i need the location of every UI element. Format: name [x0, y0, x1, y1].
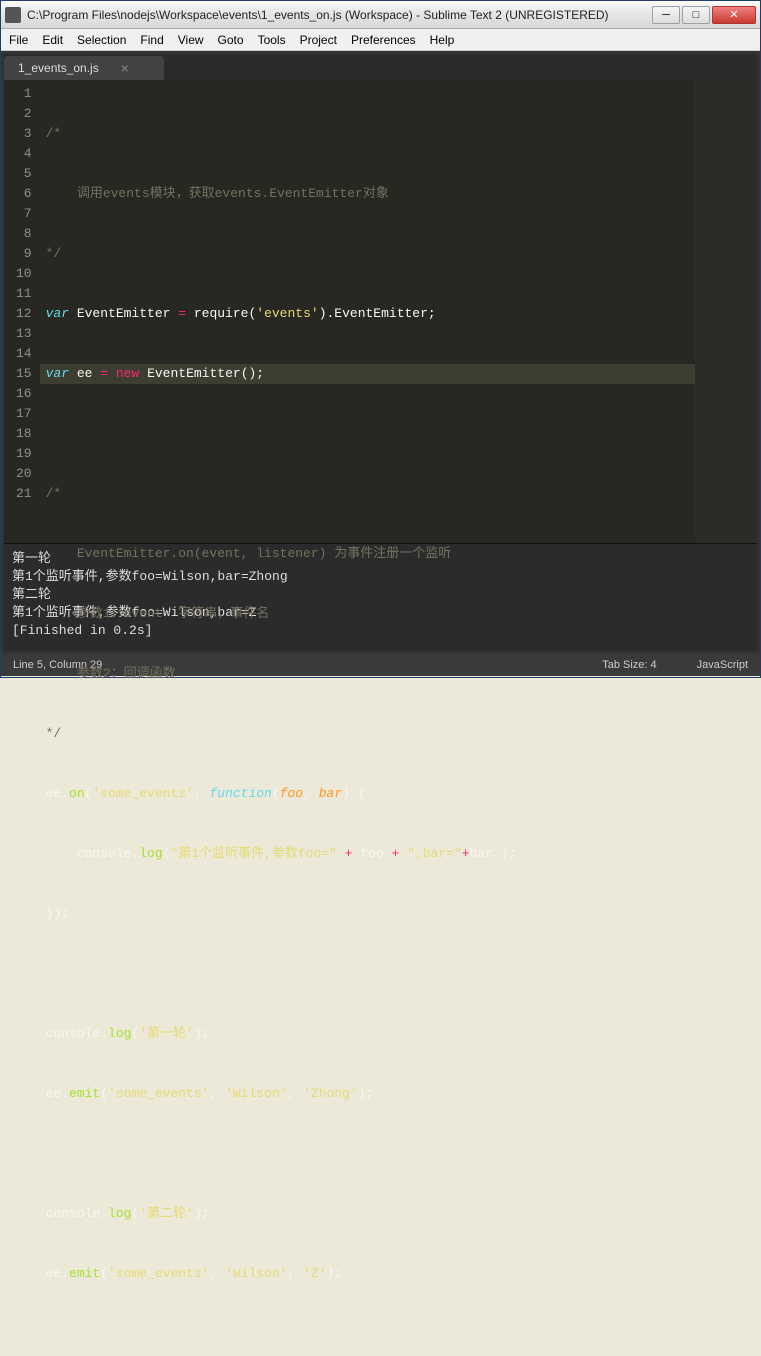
minimize-button[interactable]: ─	[652, 6, 680, 24]
line-number: 10	[16, 264, 32, 284]
code-line	[40, 424, 695, 444]
code-line: ee.emit('some_events', 'Wilson', 'Zhong'…	[40, 1084, 695, 1104]
window-title: C:\Program Files\nodejs\Workspace\events…	[27, 8, 652, 22]
minimap[interactable]	[695, 80, 757, 543]
line-number: 1	[16, 84, 32, 104]
gutter: 1 2 3 4 5 6 7 8 9 10 11 12 13 14 15 16 1…	[4, 80, 40, 543]
menu-file[interactable]: File	[9, 33, 28, 47]
line-number: 14	[16, 344, 32, 364]
line-number: 12	[16, 304, 32, 324]
menu-edit[interactable]: Edit	[42, 33, 63, 47]
maximize-button[interactable]: □	[682, 6, 710, 24]
app-icon	[5, 7, 21, 23]
editor[interactable]: 1 2 3 4 5 6 7 8 9 10 11 12 13 14 15 16 1…	[4, 80, 757, 543]
line-number: 13	[16, 324, 32, 344]
code-line: var EventEmitter = require('events').Eve…	[40, 304, 695, 324]
code-line: console.log('第一轮');	[40, 1024, 695, 1044]
line-number: 16	[16, 384, 32, 404]
code-line: ee.emit('some_events', 'Wilson', 'Z');	[40, 1264, 695, 1284]
line-number: 19	[16, 444, 32, 464]
code-line: });	[40, 904, 695, 924]
close-button[interactable]: ✕	[712, 6, 756, 24]
line-number: 5	[16, 164, 32, 184]
menubar: File Edit Selection Find View Goto Tools…	[1, 29, 760, 51]
code-area[interactable]: /* 调用events模块，获取events.EventEmitter对象 */…	[40, 80, 695, 543]
line-number: 21	[16, 484, 32, 504]
code-line-active: var ee = new EventEmitter();	[40, 364, 695, 384]
tab-label: 1_events_on.js	[18, 61, 99, 75]
line-number: 9	[16, 244, 32, 264]
menu-find[interactable]: Find	[140, 33, 163, 47]
menu-tools[interactable]: Tools	[258, 33, 286, 47]
code-line: ee.on('some_events', function(foo, bar) …	[40, 784, 695, 804]
line-number: 2	[16, 104, 32, 124]
code-line	[40, 1324, 695, 1344]
window-titlebar: C:\Program Files\nodejs\Workspace\events…	[1, 1, 760, 29]
code-line: */	[40, 724, 695, 744]
menu-project[interactable]: Project	[300, 33, 337, 47]
code-line: EventEmitter.on(event, listener) 为事件注册一个…	[40, 544, 695, 564]
status-language[interactable]: JavaScript	[697, 659, 748, 671]
line-number: 11	[16, 284, 32, 304]
code-line: console.log("第1个监听事件,参数foo=" + foo + ",b…	[40, 844, 695, 864]
line-number: 20	[16, 464, 32, 484]
code-line: 参数2：回调函数	[40, 664, 695, 684]
line-number: 4	[16, 144, 32, 164]
line-number: 18	[16, 424, 32, 444]
code-line: 参数1：event 字符串，事件名	[40, 604, 695, 624]
code-line: /*	[40, 484, 695, 504]
line-number: 6	[16, 184, 32, 204]
line-number: 17	[16, 404, 32, 424]
tab-file[interactable]: 1_events_on.js ×	[4, 56, 164, 80]
code-line: console.log('第二轮');	[40, 1204, 695, 1224]
code-line: /*	[40, 124, 695, 144]
line-number: 3	[16, 124, 32, 144]
code-line: 调用events模块，获取events.EventEmitter对象	[40, 184, 695, 204]
line-number: 15	[16, 364, 32, 384]
line-number: 7	[16, 204, 32, 224]
tab-close-icon[interactable]: ×	[121, 60, 129, 76]
line-number: 8	[16, 224, 32, 244]
menu-help[interactable]: Help	[430, 33, 455, 47]
client-area: 1_events_on.js × 1 2 3 4 5 6 7 8 9 10 11…	[1, 51, 760, 654]
window-controls: ─ □ ✕	[652, 6, 756, 24]
tabstrip: 1_events_on.js ×	[4, 54, 757, 80]
menu-view[interactable]: View	[178, 33, 204, 47]
menu-preferences[interactable]: Preferences	[351, 33, 416, 47]
menu-selection[interactable]: Selection	[77, 33, 126, 47]
code-line: */	[40, 244, 695, 264]
menu-goto[interactable]: Goto	[218, 33, 244, 47]
code-line	[40, 1144, 695, 1164]
code-line	[40, 964, 695, 984]
